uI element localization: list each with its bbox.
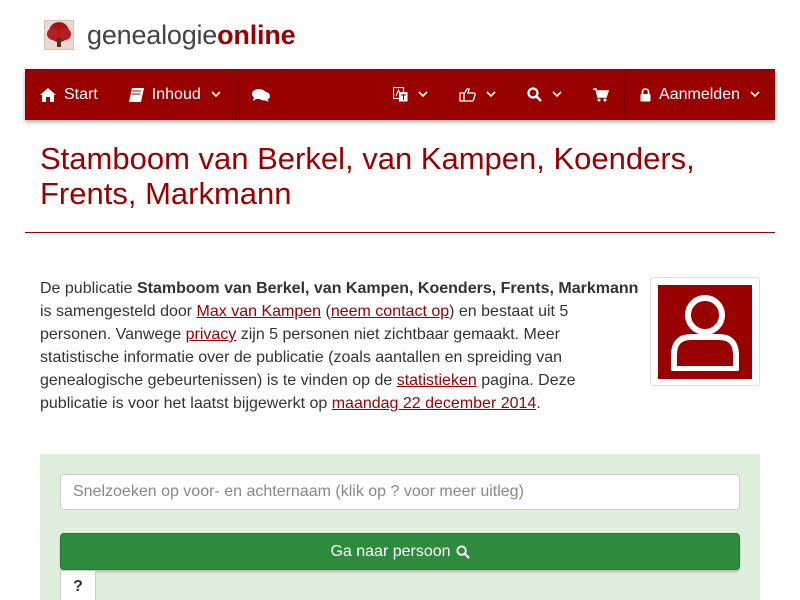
nav-aanmelden-label: Aanmelden <box>659 85 740 103</box>
book-icon <box>128 87 144 102</box>
chevron-down-icon <box>750 91 760 98</box>
nav-cart[interactable] <box>578 69 626 120</box>
chevron-down-icon <box>552 91 562 98</box>
nav-share[interactable] <box>444 69 513 120</box>
nav-forum[interactable] <box>237 69 286 120</box>
statistics-link[interactable]: statistieken <box>397 372 477 389</box>
search-icon <box>455 544 470 559</box>
privacy-link[interactable]: privacy <box>186 326 237 343</box>
nav-inhoud-label: Inhoud <box>151 85 201 103</box>
logo-text-part2: online <box>217 19 296 50</box>
site-header: genealogieonline <box>44 18 296 52</box>
last-updated-link[interactable]: maandag 22 december 2014 <box>332 395 537 412</box>
quick-search-input[interactable] <box>60 474 740 510</box>
nav-language[interactable] <box>378 69 445 120</box>
intro-text: De publicatie <box>40 280 137 297</box>
intro-text: ( <box>321 303 331 320</box>
chevron-down-icon <box>418 91 428 98</box>
title-divider <box>25 232 775 233</box>
contact-link[interactable]: neem contact op <box>331 303 449 320</box>
page-title: Stamboom van Berkel, van Kampen, Koender… <box>40 141 695 211</box>
search-help-button[interactable]: ? <box>60 570 96 600</box>
quick-search-panel: Ga naar persoon ? <box>40 454 760 600</box>
go-to-person-label: Ga naar persoon <box>330 542 451 560</box>
home-icon <box>40 87 56 102</box>
share-icon <box>459 87 476 102</box>
go-to-person-button[interactable]: Ga naar persoon <box>60 533 740 570</box>
lock-icon <box>640 87 651 101</box>
user-icon <box>671 295 739 371</box>
intro-text: . <box>536 395 541 412</box>
nav-spacer <box>286 69 379 120</box>
publication-name: Stamboom van Berkel, van Kampen, Koender… <box>136 280 639 297</box>
chevron-down-icon <box>486 91 496 98</box>
author-avatar[interactable] <box>650 277 760 386</box>
nav-start[interactable]: Start <box>25 69 114 120</box>
nav-inhoud[interactable]: Inhoud <box>114 69 237 120</box>
cart-icon <box>593 87 610 101</box>
language-icon <box>393 87 408 102</box>
intro-text: is samengesteld door <box>40 303 197 320</box>
site-logo[interactable]: genealogieonline <box>87 19 296 51</box>
logo-text-part1: genealogie <box>87 19 218 50</box>
publication-intro: De publicatie Stamboom van Berkel, van K… <box>40 277 640 415</box>
avatar-background <box>658 285 752 379</box>
main-navbar: Start Inhoud Aanmelden <box>25 69 775 120</box>
nav-start-label: Start <box>64 85 98 103</box>
chevron-down-icon <box>211 91 221 98</box>
comments-icon <box>251 88 270 102</box>
search-icon <box>527 87 542 102</box>
nav-aanmelden[interactable]: Aanmelden <box>625 69 775 120</box>
author-link[interactable]: Max van Kampen <box>197 303 322 320</box>
nav-search[interactable] <box>512 69 579 120</box>
tree-logo-icon[interactable] <box>44 20 74 50</box>
